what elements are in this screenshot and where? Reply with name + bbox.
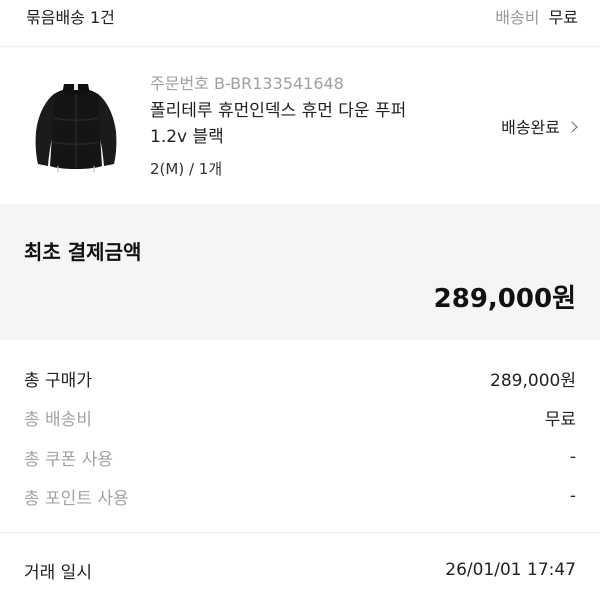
total-coupon-label: 총 쿠폰 사용 [24, 449, 114, 470]
total-purchase-row: 총 구매가 289,000원 [24, 365, 576, 391]
initial-payment-section: 최초 결제금액 289,000원 [0, 204, 600, 340]
total-shipping-value: 무료 [544, 409, 576, 430]
initial-payment-label: 최초 결제금액 [24, 240, 142, 264]
order-detail-page: 묶음배송 1건 배송비 무료 주문번호 B-BR133541648 폴리테루 휴… [0, 0, 600, 600]
total-purchase-label: 총 구매가 [24, 370, 92, 391]
total-points-label: 총 포인트 사용 [24, 488, 129, 509]
total-coupon-value: - [569, 447, 576, 467]
transaction-datetime-value: 26/01/01 17:47 [445, 560, 576, 580]
shipping-fee-label: 배송비 [495, 8, 540, 27]
total-shipping-label: 총 배송비 [24, 409, 92, 430]
total-purchase-value: 289,000원 [490, 370, 576, 391]
delivery-status-label: 배송완료 [501, 118, 560, 137]
total-coupon-row: 총 쿠폰 사용 - [24, 444, 576, 470]
chevron-right-icon [566, 120, 578, 133]
transaction-datetime-label: 거래 일시 [24, 562, 92, 583]
product-option: 2(M) / 1개 [150, 160, 223, 178]
black-puffer-jacket-image [24, 74, 128, 178]
divider [0, 46, 600, 47]
divider [0, 532, 600, 533]
total-points-row: 총 포인트 사용 - [24, 483, 576, 509]
shipping-fee: 배송비 무료 [495, 4, 578, 28]
bundle-title: 묶음배송 1건 [26, 8, 115, 27]
initial-payment-amount: 289,000원 [433, 284, 576, 314]
product-name: 폴리테루 휴먼인덱스 휴먼 다운 푸퍼 1.2v 블랙 [150, 101, 407, 147]
order-number: 주문번호 B-BR133541648 [150, 74, 344, 93]
total-points-value: - [569, 486, 576, 506]
transaction-datetime-row: 거래 일시 26/01/01 17:47 [24, 556, 576, 584]
puffer-jacket-icon [35, 84, 117, 172]
total-shipping-row: 총 배송비 무료 [24, 404, 576, 430]
shipping-fee-value: 무료 [548, 8, 578, 27]
bundle-header: 묶음배송 1건 배송비 무료 [0, 0, 600, 38]
product-row[interactable]: 주문번호 B-BR133541648 폴리테루 휴먼인덱스 휴먼 다운 푸퍼 1… [0, 48, 600, 198]
delivery-status-link[interactable]: 배송완료 [501, 114, 578, 138]
